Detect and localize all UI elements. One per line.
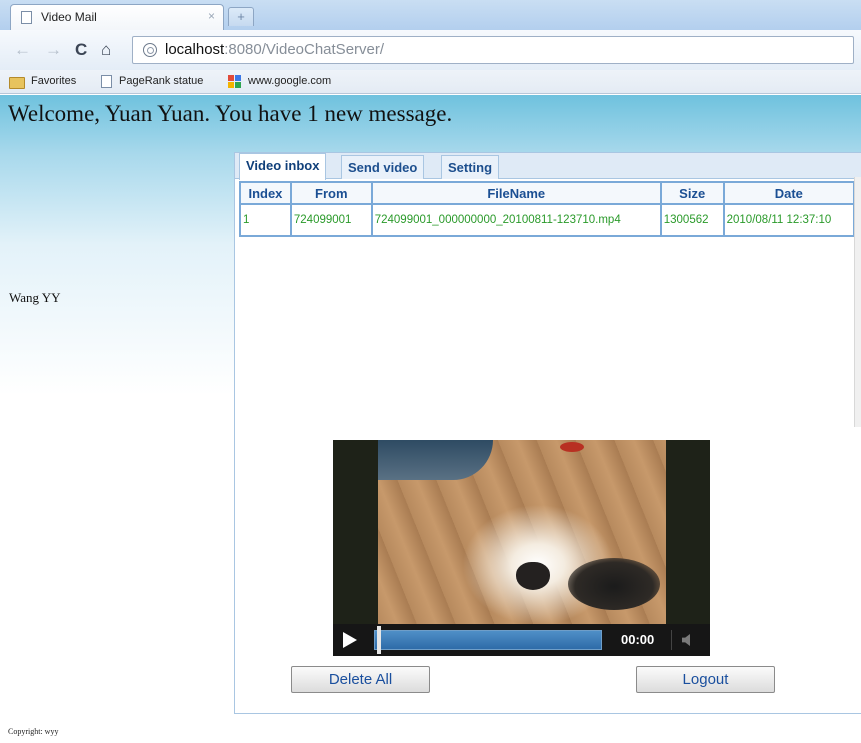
table-header-row: Index From FileName Size Date [239, 181, 856, 205]
address-bar[interactable]: localhost:8080/VideoChatServer/ [132, 36, 854, 64]
globe-icon [143, 43, 157, 57]
delete-all-button[interactable]: Delete All [291, 666, 430, 693]
seek-handle[interactable] [377, 626, 381, 654]
video-scene-rug [378, 440, 493, 480]
welcome-message: Welcome, Yuan Yuan. You have 1 new messa… [8, 101, 453, 126]
tab-close-icon[interactable]: × [208, 9, 215, 23]
page-icon [101, 75, 112, 88]
inbox-table: Index From FileName Size Date 1 72409900… [239, 181, 856, 237]
column-header-date: Date [722, 181, 856, 205]
tab-setting[interactable]: Setting [441, 155, 500, 179]
reload-icon[interactable]: C [75, 40, 87, 60]
seek-bar[interactable] [374, 630, 602, 650]
bookmark-google[interactable]: www.google.com [248, 75, 331, 87]
browser-toolbar: ← → C ⌂ localhost:8080/VideoChatServer/ [0, 30, 861, 70]
cell-size: 1300562 [659, 203, 725, 237]
url-path: :8080/VideoChatServer/ [224, 41, 385, 58]
copyright-text: Copyright: wyy [8, 727, 59, 736]
browser-tabstrip: Video Mail × + [0, 0, 861, 30]
new-tab-button[interactable]: + [228, 7, 254, 26]
cell-date: 2010/08/11 12:37:10 [722, 203, 856, 237]
bookmarks-bar: Favorites PageRank statue www.google.com [0, 70, 861, 94]
time-display: 00:00 [621, 632, 655, 647]
table-row[interactable]: 1 724099001 724099001_000000000_20100811… [239, 203, 856, 237]
video-frame[interactable] [333, 440, 710, 624]
cell-index: 1 [239, 203, 292, 237]
url-host: localhost [165, 41, 225, 58]
play-icon[interactable] [343, 632, 357, 648]
column-header-from: From [289, 181, 373, 205]
tab-send-video[interactable]: Send video [341, 155, 425, 179]
volume-icon[interactable] [682, 634, 690, 646]
column-header-size: Size [659, 181, 725, 205]
video-still-image [378, 440, 666, 624]
video-player[interactable]: 00:00 [333, 440, 710, 656]
google-icon [228, 75, 242, 89]
cell-filename[interactable]: 724099001_000000000_20100811-123710.mp4 [370, 203, 662, 237]
browser-tab[interactable]: Video Mail × [10, 4, 224, 30]
mail-tabbar: Video inbox Send video Setting [235, 153, 861, 180]
folder-icon [9, 77, 25, 89]
tab-title: Video Mail [41, 10, 97, 24]
forward-arrow-icon[interactable]: → [45, 40, 62, 60]
bookmark-favorites[interactable]: Favorites [31, 75, 76, 87]
video-scene-toy [560, 442, 584, 452]
player-controls: 00:00 [333, 624, 710, 656]
url-text: localhost:8080/VideoChatServer/ [165, 41, 384, 58]
home-icon[interactable]: ⌂ [101, 40, 111, 60]
back-arrow-icon[interactable]: ← [14, 40, 31, 60]
cell-from: 724099001 [289, 203, 373, 237]
tab-video-inbox[interactable]: Video inbox [239, 153, 327, 180]
column-header-filename: FileName [370, 181, 662, 205]
panel-scrollbar[interactable] [854, 177, 861, 427]
column-header-index: Index [239, 181, 292, 205]
bookmark-pagerank[interactable]: PageRank statue [119, 75, 203, 87]
logout-button[interactable]: Logout [636, 666, 775, 693]
video-scene-cat-head [516, 562, 550, 590]
controls-divider [671, 630, 672, 650]
contact-item[interactable]: Wang YY [9, 290, 61, 306]
video-scene-cat [568, 558, 660, 610]
page-icon [21, 11, 32, 24]
